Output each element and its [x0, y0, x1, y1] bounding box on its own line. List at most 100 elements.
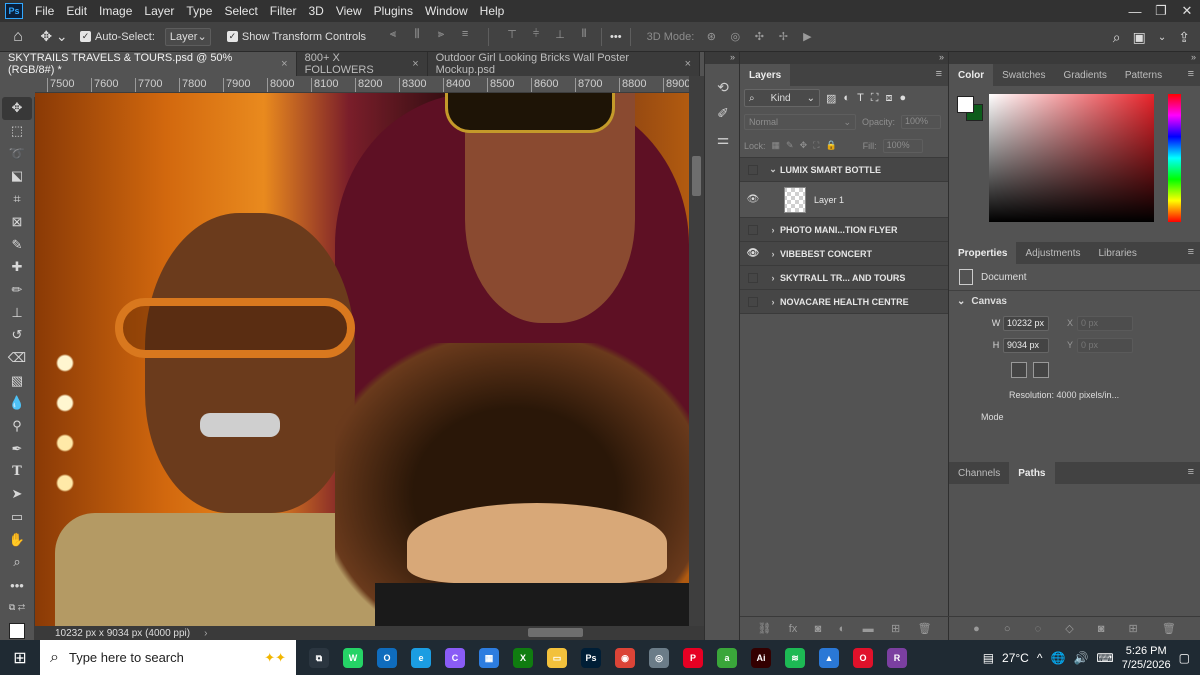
- new-group-icon[interactable]: ▬: [863, 623, 874, 635]
- windows-start-icon[interactable]: ⊞: [0, 640, 40, 675]
- history-brush-icon[interactable]: ↺: [2, 324, 32, 347]
- hand-tool-icon[interactable]: ✋: [2, 528, 32, 551]
- distribute-icon[interactable]: ≡: [456, 28, 474, 46]
- chevron-right-icon[interactable]: ›: [766, 225, 780, 235]
- kind-filter-dropdown[interactable]: ⌕ Kind ⌄: [744, 89, 820, 107]
- blur-tool-icon[interactable]: 💧: [2, 392, 32, 415]
- menu-help[interactable]: Help: [476, 4, 513, 18]
- dodge-tool-icon[interactable]: ⚲: [2, 415, 32, 438]
- chevron-right-icon[interactable]: ›: [766, 249, 780, 259]
- rectangle-tool-icon[interactable]: ▭: [2, 506, 32, 529]
- transform-controls-checkbox[interactable]: ✓ Show Transform Controls: [226, 31, 366, 43]
- more-options-button[interactable]: •••: [610, 31, 622, 43]
- roll-3d-icon[interactable]: ◎: [726, 30, 744, 43]
- taskbar-copilot-icon[interactable]: C: [438, 640, 472, 675]
- tab-swatches[interactable]: Swatches: [993, 64, 1054, 86]
- lock-transparent-icon[interactable]: ▦: [772, 140, 781, 151]
- taskbar-whatsapp-icon[interactable]: W: [336, 640, 370, 675]
- add-mask-icon[interactable]: ◙: [1098, 623, 1105, 635]
- slide-3d-icon[interactable]: ✢: [774, 30, 792, 43]
- new-layer-icon[interactable]: ⊞: [891, 622, 900, 635]
- align-bottom-icon[interactable]: ⊥: [551, 28, 569, 46]
- layer-group-row[interactable]: › NOVACARE HEALTH CENTRE: [740, 290, 948, 314]
- home-icon[interactable]: ⌂: [0, 22, 36, 52]
- restore-icon[interactable]: ❐: [1148, 0, 1174, 22]
- crop-tool-icon[interactable]: ⌗: [2, 188, 32, 211]
- lock-artboard-icon[interactable]: ⛶: [813, 140, 819, 151]
- add-mask-icon[interactable]: ◙: [815, 623, 822, 635]
- zoom-tool-icon[interactable]: ⌕: [2, 551, 32, 574]
- tab-channels[interactable]: Channels: [949, 462, 1009, 484]
- lock-position-icon[interactable]: ✥: [800, 140, 808, 151]
- load-selection-icon[interactable]: ◌: [1035, 623, 1042, 635]
- foreground-color-swatch[interactable]: [957, 96, 974, 113]
- canvas-section-header[interactable]: ⌄ Canvas: [949, 290, 1200, 312]
- scale-3d-icon[interactable]: ▶: [798, 30, 816, 43]
- auto-select-dropdown[interactable]: Layer ⌄: [164, 27, 211, 46]
- healing-brush-icon[interactable]: ✚: [2, 256, 32, 279]
- gradient-tool-icon[interactable]: ▧: [2, 369, 32, 392]
- move-tool-icon[interactable]: ✥: [2, 97, 32, 120]
- menu-window[interactable]: Window: [421, 4, 476, 18]
- link-layers-icon[interactable]: ⛓: [757, 622, 771, 635]
- menu-filter[interactable]: Filter: [266, 4, 305, 18]
- y-field[interactable]: 0 px: [1077, 337, 1133, 353]
- tab-properties[interactable]: Properties: [949, 242, 1017, 264]
- menu-edit[interactable]: Edit: [62, 4, 95, 18]
- taskbar-winrar-icon[interactable]: R: [880, 640, 914, 675]
- align-left-icon[interactable]: ⫷: [384, 28, 402, 46]
- lock-image-icon[interactable]: ✎: [786, 140, 794, 151]
- filter-toggle-icon[interactable]: ●: [900, 92, 907, 105]
- tab-paths[interactable]: Paths: [1009, 462, 1055, 484]
- chevron-up-icon[interactable]: ^: [1037, 651, 1043, 665]
- chevron-right-icon[interactable]: ›: [766, 297, 780, 307]
- panel-menu-icon[interactable]: ≡: [936, 68, 942, 80]
- panel-menu-icon[interactable]: ≡: [1188, 68, 1194, 80]
- taskbar-xbox-icon[interactable]: X: [506, 640, 540, 675]
- tab-mockup[interactable]: Outdoor Girl Looking Bricks Wall Poster …: [427, 52, 700, 76]
- panel-menu-icon[interactable]: ≡: [1188, 246, 1194, 258]
- taskbar-outlook-icon[interactable]: O: [370, 640, 404, 675]
- x-field[interactable]: 0 px: [1077, 315, 1133, 331]
- menu-file[interactable]: File: [31, 4, 62, 18]
- move-tool-preset-icon[interactable]: ✥ ⌄: [36, 28, 72, 45]
- tab-adjustments[interactable]: Adjustments: [1016, 242, 1089, 264]
- brush-tool-icon[interactable]: ✏: [2, 279, 32, 302]
- shape-filter-icon[interactable]: ⛶: [871, 92, 879, 105]
- tab-libraries[interactable]: Libraries: [1090, 242, 1146, 264]
- layer-group-row[interactable]: 👁 › VIBEBEST CONCERT: [740, 242, 948, 266]
- menu-plugins[interactable]: Plugins: [370, 4, 421, 18]
- workspace-icon[interactable]: ▣: [1133, 29, 1146, 46]
- search-icon[interactable]: ⌕: [1113, 29, 1121, 46]
- taskbar-file-explorer-icon[interactable]: ▭: [540, 640, 574, 675]
- eye-icon[interactable]: 👁: [740, 194, 766, 205]
- make-work-path-icon[interactable]: ◇: [1065, 622, 1073, 635]
- drag-3d-icon[interactable]: ✣: [750, 30, 768, 43]
- lock-all-icon[interactable]: 🔒: [825, 140, 836, 151]
- opacity-field[interactable]: 100%: [901, 115, 942, 129]
- scrollbar-thumb[interactable]: [692, 156, 701, 196]
- width-field[interactable]: 10232 px: [1003, 315, 1049, 331]
- hue-slider[interactable]: [1168, 94, 1181, 222]
- align-top-icon[interactable]: ⊤: [503, 28, 521, 46]
- landscape-icon[interactable]: [1033, 362, 1049, 378]
- document-canvas[interactable]: [35, 93, 689, 626]
- type-filter-icon[interactable]: T: [857, 92, 864, 105]
- new-path-icon[interactable]: ⊞: [1129, 622, 1138, 635]
- foreground-color-swatch[interactable]: [2, 619, 32, 642]
- tab-patterns[interactable]: Patterns: [1116, 64, 1171, 86]
- visibility-toggle[interactable]: [740, 224, 766, 235]
- object-select-tool-icon[interactable]: ⬕: [2, 165, 32, 188]
- weather-icon[interactable]: ▤: [983, 651, 994, 665]
- taskbar-task-view-icon[interactable]: ⧉: [302, 640, 336, 675]
- tab-followers[interactable]: 800+ X FOLLOWERS ×: [296, 52, 428, 76]
- layer-group-row[interactable]: ⌄ LUMIX SMART BOTTLE: [740, 158, 948, 182]
- pen-tool-icon[interactable]: ✒: [2, 438, 32, 461]
- collapse-icon[interactable]: »: [740, 52, 948, 64]
- visibility-toggle[interactable]: [740, 272, 766, 283]
- color-picker-field[interactable]: [989, 94, 1154, 222]
- clone-stamp-icon[interactable]: ⊥: [2, 301, 32, 324]
- vertical-scrollbar[interactable]: [689, 76, 704, 626]
- tab-color[interactable]: Color: [949, 64, 994, 86]
- stroke-path-icon[interactable]: ○: [1004, 623, 1011, 635]
